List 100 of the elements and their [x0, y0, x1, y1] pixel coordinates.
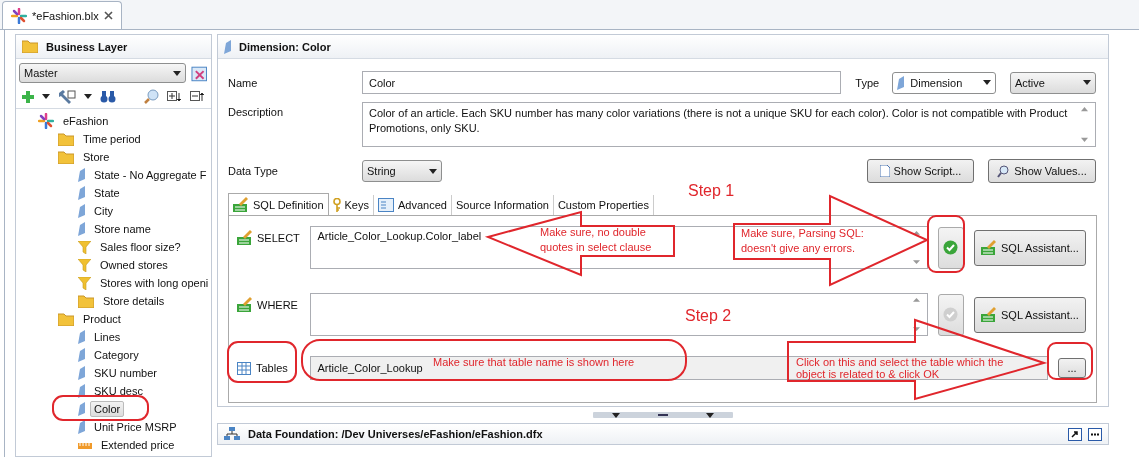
tree-item[interactable]: State: [90, 185, 124, 201]
dimension-icon: [78, 384, 85, 398]
table-icon: [237, 361, 251, 375]
field-label: Description: [228, 105, 285, 118]
browse-button[interactable]: ...: [1058, 358, 1086, 378]
add-icon[interactable]: [22, 90, 34, 103]
collapse-all-icon[interactable]: [190, 91, 205, 102]
panel-title: Data Foundation: /Dev Universes/eFashion/eFashion.dfx: [248, 428, 543, 440]
clause-label: SELECT: [257, 231, 300, 244]
tree-item[interactable]: Store: [79, 149, 114, 165]
magnifier-icon: [997, 164, 1011, 178]
tree-item[interactable]: SKU number: [90, 365, 161, 381]
more-icon[interactable]: [1088, 427, 1102, 441]
folder-icon: [78, 294, 94, 308]
dimension-icon: [78, 348, 85, 362]
dimension-icon: [78, 366, 85, 380]
highlight-ring: [927, 215, 965, 273]
type-dropdown[interactable]: Dimension: [892, 71, 996, 94]
sql-icon: [237, 297, 253, 312]
annotation-note: Make sure that table name is shown here: [433, 355, 636, 370]
sql-icon: [233, 197, 249, 212]
universe-icon: [11, 7, 27, 24]
check-icon: [943, 307, 959, 322]
filter-icon: [78, 258, 91, 272]
tree-item[interactable]: Time period: [79, 131, 145, 147]
binoculars-icon[interactable]: [100, 90, 116, 103]
dimension-icon: [78, 222, 85, 236]
view-dropdown[interactable]: Master: [19, 63, 186, 83]
tree-item[interactable]: SKU desc: [90, 383, 147, 399]
panel-title: Dimension: Color: [239, 40, 331, 53]
tree-item[interactable]: Extended price: [97, 437, 179, 453]
folder-icon: [22, 40, 38, 53]
dimension-icon: [224, 39, 231, 54]
tree-item[interactable]: Category: [90, 347, 143, 363]
field-label: Name: [228, 76, 259, 89]
caret-icon: [172, 70, 181, 76]
diagram-icon: [224, 427, 240, 441]
tree-item[interactable]: Owned stores: [96, 257, 172, 273]
key-icon: [332, 198, 341, 212]
step-label: Step 1: [688, 182, 735, 200]
restore-icon[interactable]: [1068, 427, 1082, 441]
dimension-icon: [78, 168, 85, 182]
sql-assistant-button[interactable]: SQL Assistant...: [973, 296, 1086, 333]
tab[interactable]: Keys: [328, 195, 374, 215]
filter-icon: [78, 240, 91, 254]
caret-icon: [429, 168, 437, 174]
sql-field[interactable]: [310, 293, 929, 336]
tab[interactable]: Custom Properties: [553, 195, 654, 215]
tree-item[interactable]: eFashion: [59, 113, 113, 129]
tables-label: Tables: [256, 362, 288, 374]
data-type-dropdown[interactable]: String: [362, 160, 442, 182]
tab[interactable]: Advanced: [374, 195, 452, 215]
sql-icon: [981, 307, 997, 322]
tree-item[interactable]: Sales floor size?: [96, 239, 185, 255]
tree-item[interactable]: City: [90, 203, 117, 219]
caret-icon: [706, 412, 714, 418]
tab[interactable]: SQL Definition: [228, 193, 329, 215]
expand-all-icon[interactable]: [167, 91, 182, 102]
annotation-note: Make sure, no double quotes in select clause: [540, 225, 653, 255]
folder-icon: [58, 312, 74, 326]
dimension-icon: [897, 75, 905, 90]
scrollbar[interactable]: [912, 230, 922, 265]
dimension-icon: [78, 186, 85, 200]
folder-icon: [58, 132, 74, 146]
tree-item[interactable]: Stores with long openi: [96, 275, 211, 291]
scrollbar[interactable]: [1080, 106, 1089, 143]
caret-icon: [1083, 80, 1091, 85]
universe-icon: [38, 113, 54, 129]
tree-item[interactable]: Product: [79, 311, 125, 327]
dimension-icon: [78, 402, 85, 416]
caret-icon: [42, 94, 50, 99]
show-script-button[interactable]: Show Script...: [867, 159, 974, 183]
annotation-note: Make sure, Parsing SQL: doesn't give any errors.: [741, 226, 865, 256]
tree-item[interactable]: State - No Aggregate F: [90, 167, 211, 183]
dimension-icon: [78, 330, 85, 344]
ruler-icon: [78, 441, 92, 449]
dimension-icon: [78, 420, 85, 434]
tree-item[interactable]: Lines: [90, 329, 125, 345]
show-values-button[interactable]: Show Values...: [988, 159, 1096, 183]
search-icon[interactable]: [144, 89, 159, 104]
tree-item[interactable]: Color: [90, 401, 125, 417]
close-icon[interactable]: [103, 11, 113, 20]
sql-icon: [981, 240, 997, 255]
check-icon: [943, 240, 959, 255]
scrollbar[interactable]: [912, 297, 922, 332]
annotation-note: Click on this and select the table which the object is related to & click OK: [796, 356, 1004, 380]
status-dropdown[interactable]: Active: [1009, 71, 1096, 94]
tab[interactable]: Source Information: [451, 195, 554, 215]
sql-assistant-button[interactable]: SQL Assistant...: [973, 229, 1086, 266]
dimension-icon: [78, 204, 85, 218]
tree-item[interactable]: Store name: [90, 221, 155, 237]
field-label: Type: [855, 76, 881, 89]
parse-button[interactable]: [938, 226, 964, 269]
description-field[interactable]: Color of an article. Each SKU number has many color variations (there is not a unique SKU for each color). Color is not compatible with Product Promotions, only SKU.: [362, 102, 1096, 147]
step-label: Step 2: [685, 307, 732, 325]
sql-icon: [237, 230, 253, 245]
splitter-handle[interactable]: [593, 412, 733, 418]
tree-item[interactable]: Unit Price MSRP: [90, 419, 181, 435]
name-field[interactable]: Color: [362, 71, 842, 94]
tree-item[interactable]: Store details: [99, 293, 169, 309]
